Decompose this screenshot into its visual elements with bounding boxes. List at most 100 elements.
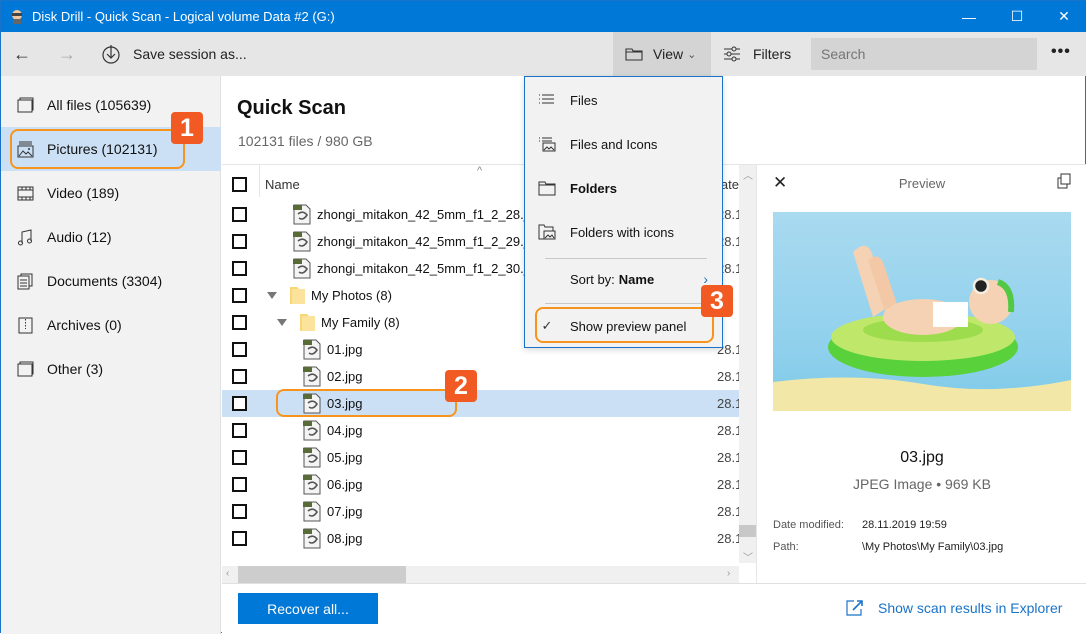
row-checkbox[interactable] xyxy=(232,450,247,465)
expand-arrow-icon[interactable] xyxy=(277,319,287,326)
forward-button[interactable]: → xyxy=(55,42,79,66)
file-name: 06.jpg xyxy=(327,477,363,492)
row-checkbox[interactable] xyxy=(232,477,247,492)
disk-drill-logo-icon xyxy=(12,10,22,24)
all-files-icon xyxy=(17,97,34,112)
file-row[interactable]: 02.jpg 28.1 xyxy=(222,363,739,390)
filters-button[interactable]: Filters xyxy=(723,32,791,76)
scroll-up-icon[interactable]: ︿ xyxy=(743,167,753,182)
column-separator xyxy=(259,165,260,197)
vertical-scroll-thumb[interactable] xyxy=(739,525,756,537)
file-name: 05.jpg xyxy=(327,450,363,465)
app-window: Disk Drill - Quick Scan - Logical volume… xyxy=(0,0,1086,634)
row-name-cell: 02.jpg xyxy=(302,366,362,387)
row-date-cell: 28.1 xyxy=(717,396,739,411)
row-checkbox[interactable] xyxy=(232,396,247,411)
sidebar-item-audio[interactable]: Audio (12) xyxy=(1,215,221,259)
sort-ascending-icon: ^ xyxy=(477,165,483,177)
path-value: \My Photos\My Family\03.jpg xyxy=(862,541,1004,553)
sidebar-item-archives[interactable]: Archives (0) xyxy=(1,303,221,347)
toolbar: ← → Save session as... View ⌄ Filters Se… xyxy=(1,32,1086,76)
row-checkbox[interactable] xyxy=(232,423,247,438)
close-icon: ✕ xyxy=(1058,8,1070,24)
jpg-file-icon xyxy=(293,258,311,279)
folder-pictures-icon xyxy=(538,224,556,240)
recover-all-button[interactable]: Recover all... xyxy=(238,593,378,624)
row-checkbox[interactable] xyxy=(232,315,247,330)
music-note-icon xyxy=(18,228,32,245)
file-name: zhongi_mitakon_42_5mm_f1_2_29.jpg xyxy=(317,234,542,249)
minimize-button[interactable]: — xyxy=(946,1,992,32)
file-name: 07.jpg xyxy=(327,504,363,519)
jpg-file-icon xyxy=(303,528,321,549)
sidebar-item-documents[interactable]: Documents (3304) xyxy=(1,259,221,303)
scroll-right-icon[interactable]: › xyxy=(727,568,730,579)
file-row[interactable]: 04.jpg 28.1 xyxy=(222,417,739,444)
open-in-window-icon[interactable] xyxy=(1057,173,1071,189)
sidebar-item-label: Other (3) xyxy=(47,361,104,377)
download-icon xyxy=(102,45,120,64)
back-button[interactable]: ← xyxy=(10,42,34,66)
menu-item-sort-by[interactable]: Sort by: Name › xyxy=(525,257,722,301)
sidebar-item-label: Documents (3304) xyxy=(47,273,163,289)
save-session-button[interactable]: Save session as... xyxy=(101,40,247,68)
sidebar-item-label: Video (189) xyxy=(47,185,120,201)
maximize-icon: ☐ xyxy=(1010,8,1024,24)
menu-item-label: Folders with icons xyxy=(570,224,675,240)
row-checkbox[interactable] xyxy=(232,369,247,384)
chevron-down-icon: ⌄ xyxy=(687,48,697,61)
sidebar-item-video[interactable]: Video (189) xyxy=(1,171,221,215)
row-name-cell: 04.jpg xyxy=(302,420,362,441)
select-all-checkbox[interactable] xyxy=(232,177,247,192)
scroll-left-icon[interactable]: ‹ xyxy=(226,568,229,579)
row-checkbox[interactable] xyxy=(232,234,247,249)
row-checkbox[interactable] xyxy=(232,531,247,546)
more-options-button[interactable]: ••• xyxy=(1051,43,1071,61)
title-bar: Disk Drill - Quick Scan - Logical volume… xyxy=(1,1,1086,32)
row-name-cell: My Family (8) xyxy=(277,313,400,332)
sort-by-prefix: Sort by: xyxy=(570,271,615,287)
menu-item-files-and-icons[interactable]: Files and Icons xyxy=(525,122,722,166)
menu-item-label: Folders xyxy=(570,180,617,196)
jpg-file-icon xyxy=(293,231,311,252)
folder-icon xyxy=(300,314,315,331)
row-name-cell: 06.jpg xyxy=(302,474,362,495)
row-date-cell: 28.1 xyxy=(717,423,739,438)
row-checkbox[interactable] xyxy=(232,261,247,276)
horizontal-scroll-thumb[interactable] xyxy=(238,566,406,583)
sort-by-value: Name xyxy=(618,271,655,287)
jpg-file-icon xyxy=(303,339,321,360)
expand-arrow-icon[interactable] xyxy=(267,292,277,299)
row-name-cell: 05.jpg xyxy=(302,447,362,468)
row-checkbox[interactable] xyxy=(232,288,247,303)
file-row[interactable]: 06.jpg 28.1 xyxy=(222,471,739,498)
folder-icon xyxy=(538,181,556,196)
file-row[interactable]: 05.jpg 28.1 xyxy=(222,444,739,471)
menu-item-files[interactable]: Files xyxy=(525,78,722,122)
close-window-button[interactable]: ✕ xyxy=(1041,1,1086,32)
menu-item-label: Files and Icons xyxy=(570,136,658,152)
arrow-right-icon: → xyxy=(58,43,76,64)
row-checkbox[interactable] xyxy=(232,504,247,519)
more-dots-icon: ••• xyxy=(1051,43,1071,60)
file-name: 04.jpg xyxy=(327,423,363,438)
column-header-name[interactable]: Name xyxy=(265,177,300,192)
sidebar-item-other[interactable]: Other (3) xyxy=(1,347,221,391)
show-in-explorer-link[interactable]: Show scan results in Explorer xyxy=(846,599,1062,616)
file-name: 02.jpg xyxy=(327,369,363,384)
menu-item-folders-with-icons[interactable]: Folders with icons xyxy=(525,210,722,254)
horizontal-scrollbar[interactable]: ‹ › xyxy=(222,566,739,583)
row-checkbox[interactable] xyxy=(232,207,247,222)
vertical-scrollbar[interactable]: ︿ ﹀ xyxy=(739,165,756,564)
menu-item-folders[interactable]: Folders xyxy=(525,166,722,210)
save-session-label: Save session as... xyxy=(133,46,247,62)
folder-icon xyxy=(290,287,305,304)
maximize-button[interactable]: ☐ xyxy=(994,1,1040,32)
row-checkbox[interactable] xyxy=(232,342,247,357)
filters-sliders-icon xyxy=(724,46,740,62)
view-button[interactable]: View ⌄ xyxy=(613,32,711,76)
scroll-down-icon[interactable]: ﹀ xyxy=(743,549,753,564)
search-input[interactable] xyxy=(811,38,1037,70)
file-row[interactable]: 07.jpg 28.1 xyxy=(222,498,739,525)
file-row[interactable]: 08.jpg 28.1 xyxy=(222,525,739,552)
